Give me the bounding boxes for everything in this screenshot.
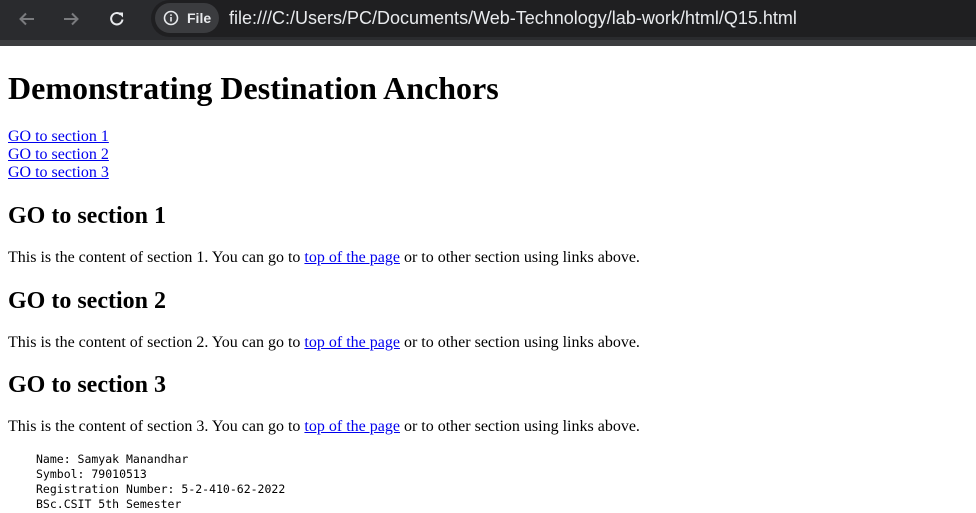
section-1-text: This is the content of section 1. You ca… (8, 249, 640, 267)
section-3-top-link[interactable]: top of the page (304, 418, 400, 435)
url-text[interactable]: file:///C:/Users/PC/Documents/Web-Techno… (229, 8, 797, 29)
toolbar-divider (0, 40, 976, 46)
chip-label: File (187, 10, 212, 26)
section-3-text: This is the content of section 3. You ca… (8, 418, 640, 436)
section-2-text-after: or to other section using links above. (399, 334, 640, 351)
section-2-text-before: This is the content of section 2. You ca… (8, 334, 305, 351)
section-2-title: GO to section 2 (8, 288, 166, 314)
reload-button[interactable] (102, 5, 132, 33)
section-1-text-after: or to other section using links above. (399, 249, 640, 266)
arrow-left-icon (18, 10, 36, 28)
info-icon (163, 10, 179, 26)
arrow-right-icon (62, 10, 80, 28)
link-section-2[interactable]: GO to section 2 (8, 146, 109, 164)
page-title: Demonstrating Destination Anchors (8, 70, 499, 106)
section-nav: GO to section 1 GO to section 2 GO to se… (8, 128, 109, 182)
section-2-top-link[interactable]: top of the page (304, 334, 400, 351)
section-2-text: This is the content of section 2. You ca… (8, 334, 640, 352)
section-1-title: GO to section 1 (8, 203, 166, 229)
section-1-top-link[interactable]: top of the page (304, 249, 400, 266)
section-3-text-before: This is the content of section 3. You ca… (8, 418, 305, 435)
forward-button[interactable] (56, 5, 86, 33)
section-1-text-before: This is the content of section 1. You ca… (8, 249, 305, 266)
section-3-text-after: or to other section using links above. (399, 418, 640, 435)
site-info-chip[interactable]: File (155, 3, 219, 33)
section-3-title: GO to section 3 (8, 372, 166, 398)
back-button[interactable] (12, 5, 42, 33)
browser-toolbar: File file:///C:/Users/PC/Documents/Web-T… (0, 0, 976, 40)
student-info: Name: Samyak Manandhar Symbol: 79010513 … (36, 452, 286, 511)
reload-icon (108, 10, 126, 28)
link-section-1[interactable]: GO to section 1 (8, 128, 109, 146)
link-section-3[interactable]: GO to section 3 (8, 164, 109, 182)
